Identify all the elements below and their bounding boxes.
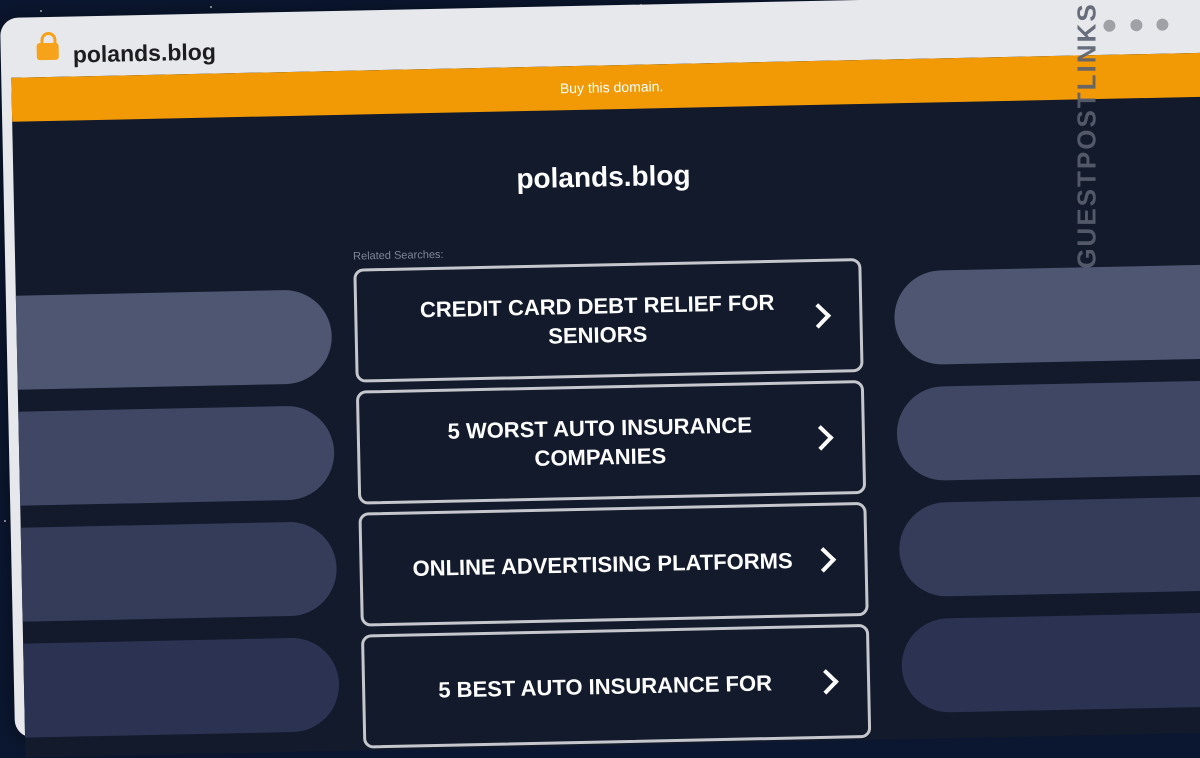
- decorative-pill: [11, 289, 333, 391]
- address-title[interactable]: polands.blog: [73, 38, 217, 68]
- decorative-pill: [900, 611, 1200, 714]
- chevron-right-icon: [808, 425, 834, 451]
- search-link-label: 5 WORST AUTO INSURANCE COMPANIES: [447, 412, 753, 471]
- lock-icon: [36, 42, 59, 61]
- page-title: polands.blog: [516, 159, 691, 195]
- decorative-pill: [11, 405, 336, 507]
- browser-window: polands.blog Buy this domain. polands.bl…: [0, 0, 1200, 758]
- window-dot-icon[interactable]: [1129, 19, 1143, 32]
- chevron-right-icon: [805, 303, 832, 329]
- window-dot-icon[interactable]: [1156, 18, 1169, 31]
- decorative-pill: [11, 637, 341, 739]
- page-viewport: Buy this domain. polands.blog Related Se…: [11, 52, 1200, 758]
- decorative-pill: [893, 263, 1200, 366]
- search-link-advertising[interactable]: ONLINE ADVERTISING PLATFORMS: [358, 501, 869, 627]
- related-searches-label: Related Searches:: [352, 248, 444, 263]
- search-link-label: 5 BEST AUTO INSURANCE FOR: [438, 670, 773, 703]
- search-link-label: CREDIT CARD DEBT RELIEF FOR SENIORS: [419, 289, 775, 349]
- window-dot-icon[interactable]: [1103, 19, 1116, 32]
- decorative-pill: [898, 495, 1200, 598]
- guestpostlinks-watermark: GUESTPOSTLINKS: [1071, 2, 1102, 269]
- decorative-pill: [895, 379, 1200, 482]
- search-link-worst-auto[interactable]: 5 WORST AUTO INSURANCE COMPANIES: [355, 379, 867, 505]
- decorative-pill: [11, 521, 338, 623]
- chevron-right-icon: [810, 547, 837, 573]
- search-link-credit-card[interactable]: CREDIT CARD DEBT RELIEF FOR SENIORS: [353, 258, 864, 383]
- chevron-right-icon: [813, 669, 839, 695]
- search-link-best-auto[interactable]: 5 BEST AUTO INSURANCE FOR: [360, 623, 872, 749]
- search-link-label: ONLINE ADVERTISING PLATFORMS: [412, 548, 793, 581]
- window-controls: [1093, 18, 1169, 38]
